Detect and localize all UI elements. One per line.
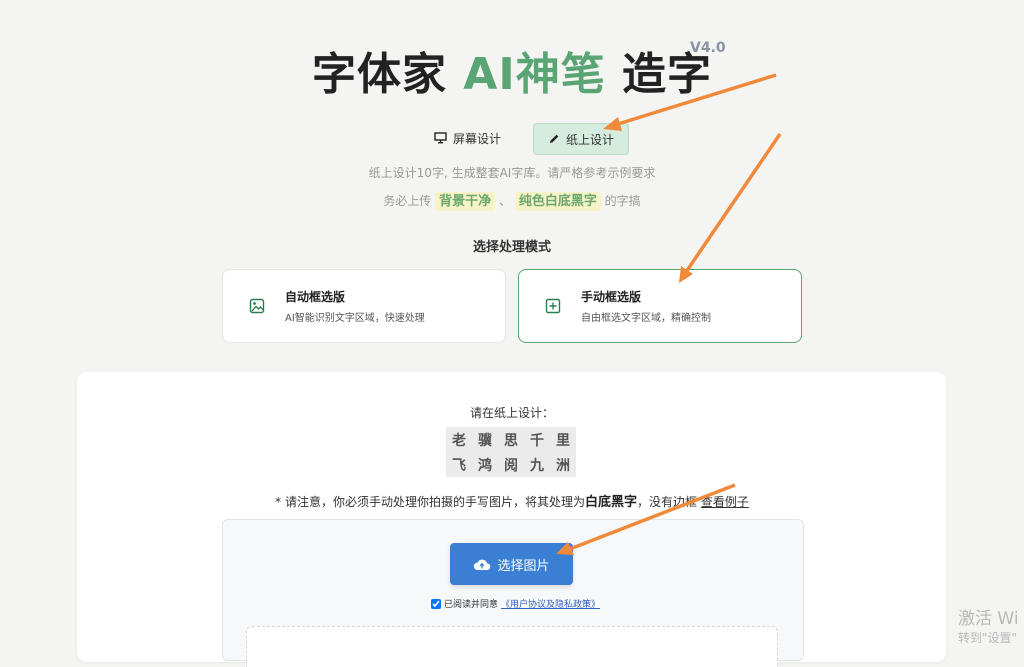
- hint-line-1: 纸上设计10字, 生成整套AI字库。请严格参考示例要求: [368, 166, 656, 180]
- windows-activation-watermark: 激活 Wi: [958, 609, 1019, 629]
- cloud-upload-icon: [474, 559, 491, 570]
- privacy-policy-link[interactable]: 《用户协议及隐私政策》: [501, 597, 600, 610]
- sample-char: 骥: [478, 432, 492, 449]
- title-part-3: 造字: [605, 49, 713, 100]
- process-mode-title: 选择处理模式: [472, 240, 551, 255]
- sample-char: 千: [530, 432, 544, 449]
- windows-activation-hint: 转到"设置": [958, 631, 1018, 645]
- agree-text: 已阅读并同意: [444, 600, 499, 610]
- highlight-clean-background: 背景干净: [435, 192, 496, 211]
- mode-card-auto-title: 自动框选版: [285, 290, 346, 304]
- sample-char: 思: [504, 432, 518, 449]
- sample-char: 鸿: [478, 457, 492, 474]
- design-prompt: 请在纸上设计：: [469, 406, 554, 420]
- notice-bold: 白底黑字: [584, 495, 637, 510]
- choose-image-label: 选择图片: [497, 558, 550, 574]
- tab-paper-design[interactable]: 纸上设计: [533, 123, 630, 155]
- hint-line-2: 务必上传 背景干净 、 纯色白底黑字 的字搞: [0, 190, 1024, 211]
- mode-card-manual-title: 手动框选版: [581, 290, 642, 304]
- sample-char: 里: [556, 432, 570, 449]
- hint-prefix: 务必上传: [383, 194, 432, 208]
- title-part-2: AI神笔: [463, 49, 606, 100]
- title-part-1: 字体家: [311, 49, 464, 100]
- mode-card-auto-desc: AI智能识别文字区域，快速处理: [285, 313, 425, 324]
- mode-card-auto[interactable]: 自动框选版 AI智能识别文字区域，快速处理: [222, 269, 506, 343]
- choose-image-button[interactable]: 选择图片: [450, 543, 573, 585]
- sample-char: 洲: [556, 457, 570, 474]
- image-icon: [249, 298, 265, 314]
- monitor-icon: [434, 132, 447, 144]
- plus-square-icon: [545, 298, 561, 314]
- sample-char: 九: [530, 457, 544, 474]
- sample-characters: 老 骥 思 千 里 飞 鸿 阅 九 洲: [446, 427, 576, 477]
- version-label: V4.0: [690, 40, 726, 56]
- processing-notice: * 请注意，你必须手动处理你拍摄的手写图片，将其处理为白底黑字，没有边框 查看例…: [0, 491, 1024, 510]
- pencil-icon: [550, 134, 559, 143]
- agree-checkbox[interactable]: [431, 598, 441, 609]
- mode-tabs: 屏幕设计 纸上设计: [420, 123, 630, 155]
- hint-suffix: 的字搞: [604, 194, 641, 208]
- image-dropzone[interactable]: [246, 626, 778, 667]
- sample-char: 老: [452, 432, 466, 449]
- sample-char: 阅: [504, 457, 518, 474]
- mode-card-manual-desc: 自由框选文字区域，精确控制: [581, 313, 711, 324]
- agreement-row: 已阅读并同意 《用户协议及隐私政策》: [431, 597, 600, 610]
- sample-char: 飞: [452, 457, 466, 474]
- notice-suffix: ，没有边框: [636, 495, 697, 509]
- highlight-white-black: 纯色白底黑字: [514, 192, 601, 211]
- view-example-link[interactable]: 查看例子: [701, 495, 749, 509]
- tab-screen-design[interactable]: 屏幕设计: [420, 123, 515, 153]
- hint-separator: 、: [498, 194, 511, 208]
- app-title: 字体家 AI神笔 造字: [0, 38, 1024, 102]
- notice-prefix: * 请注意，你必须手动处理你拍摄的手写图片，将其处理为: [275, 495, 585, 509]
- tab-paper-design-label: 纸上设计: [566, 132, 615, 147]
- mode-card-manual[interactable]: 手动框选版 自由框选文字区域，精确控制: [518, 269, 802, 343]
- tab-screen-design-label: 屏幕设计: [453, 131, 502, 146]
